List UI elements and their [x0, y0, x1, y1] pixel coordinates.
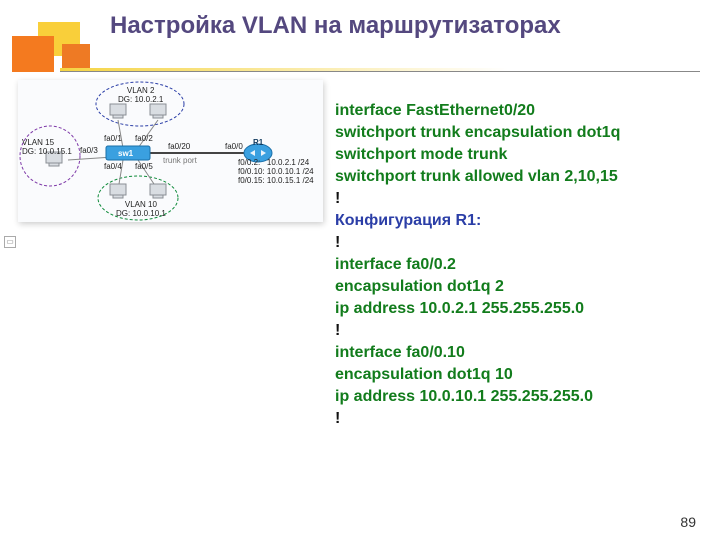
port-label: fa0/20: [168, 142, 190, 151]
port-label: fa0/2: [135, 134, 153, 143]
port-label: fa0/3: [80, 146, 98, 155]
code-line: interface fa0/0.2: [335, 254, 690, 276]
outline-marker-icon: ▭: [4, 236, 16, 248]
trunk-label: trunk port: [163, 156, 197, 165]
code-line: ip address 10.0.10.1 255.255.255.0: [335, 386, 690, 408]
config-block: interface FastEthernet0/20 switchport tr…: [335, 100, 690, 430]
logo-block: [62, 44, 90, 68]
port-label: fa0/5: [135, 162, 153, 171]
vlan10-label: VLAN 10 DG: 10.0.10.1: [116, 200, 166, 218]
logo-block: [12, 36, 54, 72]
slide-title: Настройка VLAN на маршрутизаторах: [110, 12, 670, 40]
logo: [12, 22, 96, 72]
port-label: fa0/4: [104, 162, 122, 171]
port-label: fa0/0: [225, 142, 243, 151]
network-diagram: VLAN 2 DG: 10.0.2.1 VLAN 15 DG: 10.0.15.…: [18, 80, 323, 222]
code-line: !: [335, 188, 690, 210]
code-line: !: [335, 232, 690, 254]
switch-label: sw1: [118, 149, 133, 158]
code-line: switchport trunk encapsulation dot1q: [335, 122, 690, 144]
code-line: encapsulation dot1q 10: [335, 364, 690, 386]
code-line: !: [335, 320, 690, 342]
router-label: R1: [253, 138, 263, 147]
port-label: fa0/1: [104, 134, 122, 143]
divider: [60, 71, 700, 72]
vlan15-label: VLAN 15 DG: 10.0.15.1: [22, 138, 72, 156]
code-line: interface FastEthernet0/20: [335, 100, 690, 122]
page-number: 89: [680, 514, 696, 530]
slide: Настройка VLAN на маршрутизаторах: [0, 0, 720, 540]
code-line: !: [335, 408, 690, 430]
vlan2-label: VLAN 2 DG: 10.0.2.1: [118, 86, 163, 104]
code-line: encapsulation dot1q 2: [335, 276, 690, 298]
code-line: ip address 10.0.2.1 255.255.255.0: [335, 298, 690, 320]
code-line: switchport trunk allowed vlan 2,10,15: [335, 166, 690, 188]
code-line: interface fa0/0.10: [335, 342, 690, 364]
subif-label: f0/0.2: 10.0.2.1 /24 f0/0.10: 10.0.10.1 …: [238, 158, 314, 185]
code-line: switchport mode trunk: [335, 144, 690, 166]
code-line: Конфигурация R1:: [335, 210, 690, 232]
